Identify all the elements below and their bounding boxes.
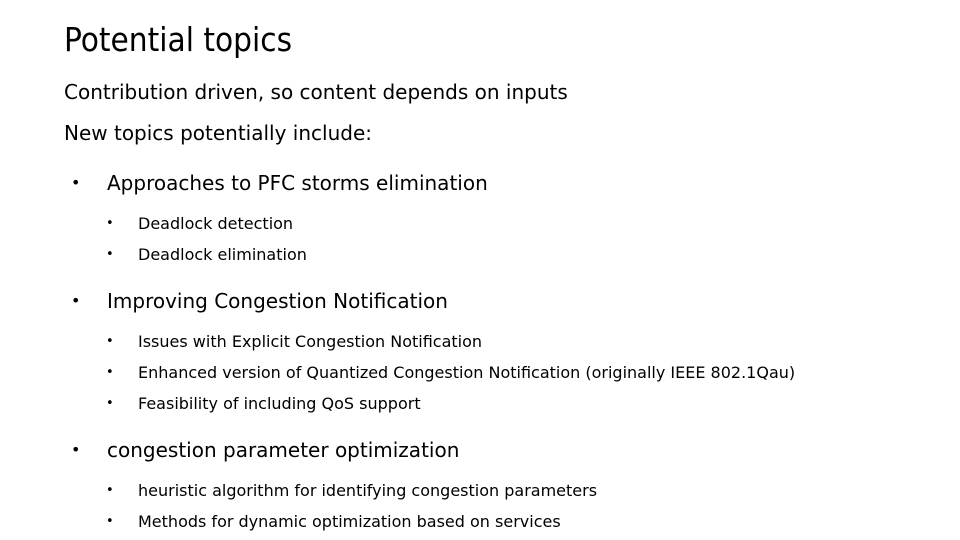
slide-canvas: Potential topics Contribution driven, so…: [0, 0, 960, 540]
bullet-icon: •: [71, 291, 81, 310]
list-item: • Methods for dynamic optimization based…: [0, 506, 960, 537]
slide-body: Contribution driven, so content depends …: [0, 72, 960, 537]
list-item: • Deadlock elimination: [0, 239, 960, 270]
section-approaches: • Approaches to PFC storms elimination •…: [0, 168, 960, 270]
bullet-icon: •: [71, 173, 81, 192]
section-heading-label: congestion parameter optimization: [107, 438, 460, 462]
list-item-label: Enhanced version of Quantized Congestion…: [138, 363, 796, 382]
list-item-label: Deadlock elimination: [138, 245, 307, 264]
list-item: • Feasibility of including QoS support: [0, 388, 960, 419]
section-heading-label: Approaches to PFC storms elimination: [107, 171, 488, 195]
list-item-label: Deadlock detection: [138, 214, 294, 233]
bullet-icon: •: [106, 365, 114, 380]
list-item-label: Feasibility of including QoS support: [138, 394, 421, 413]
list-item: • Enhanced version of Quantized Congesti…: [0, 357, 960, 388]
section-heading: • Approaches to PFC storms elimination: [0, 168, 960, 198]
section-heading-label: Improving Congestion Notification: [107, 289, 448, 313]
list-item: • Deadlock detection: [0, 208, 960, 239]
intro-line-1: Contribution driven, so content depends …: [64, 80, 568, 104]
bullet-icon: •: [106, 216, 114, 231]
section-heading: • congestion parameter optimization: [0, 435, 960, 465]
section-congestion-notification: • Improving Congestion Notification • Is…: [0, 286, 960, 419]
list-item-label: Issues with Explicit Congestion Notifica…: [138, 332, 483, 351]
intro-line-2: New topics potentially include:: [64, 121, 372, 145]
bullet-icon: •: [106, 514, 114, 529]
bullet-icon: •: [106, 334, 114, 349]
list-item: • Issues with Explicit Congestion Notifi…: [0, 326, 960, 357]
bullet-icon: •: [71, 440, 81, 459]
bullet-icon: •: [106, 483, 114, 498]
bullet-icon: •: [106, 396, 114, 411]
list-item-label: heuristic algorithm for identifying cong…: [138, 481, 598, 500]
list-item-label: Methods for dynamic optimization based o…: [138, 512, 561, 531]
section-parameter-optimization: • congestion parameter optimization • he…: [0, 435, 960, 537]
page-title: Potential topics: [64, 20, 293, 59]
section-heading: • Improving Congestion Notification: [0, 286, 960, 316]
bullet-icon: •: [106, 247, 114, 262]
list-item: • heuristic algorithm for identifying co…: [0, 475, 960, 506]
